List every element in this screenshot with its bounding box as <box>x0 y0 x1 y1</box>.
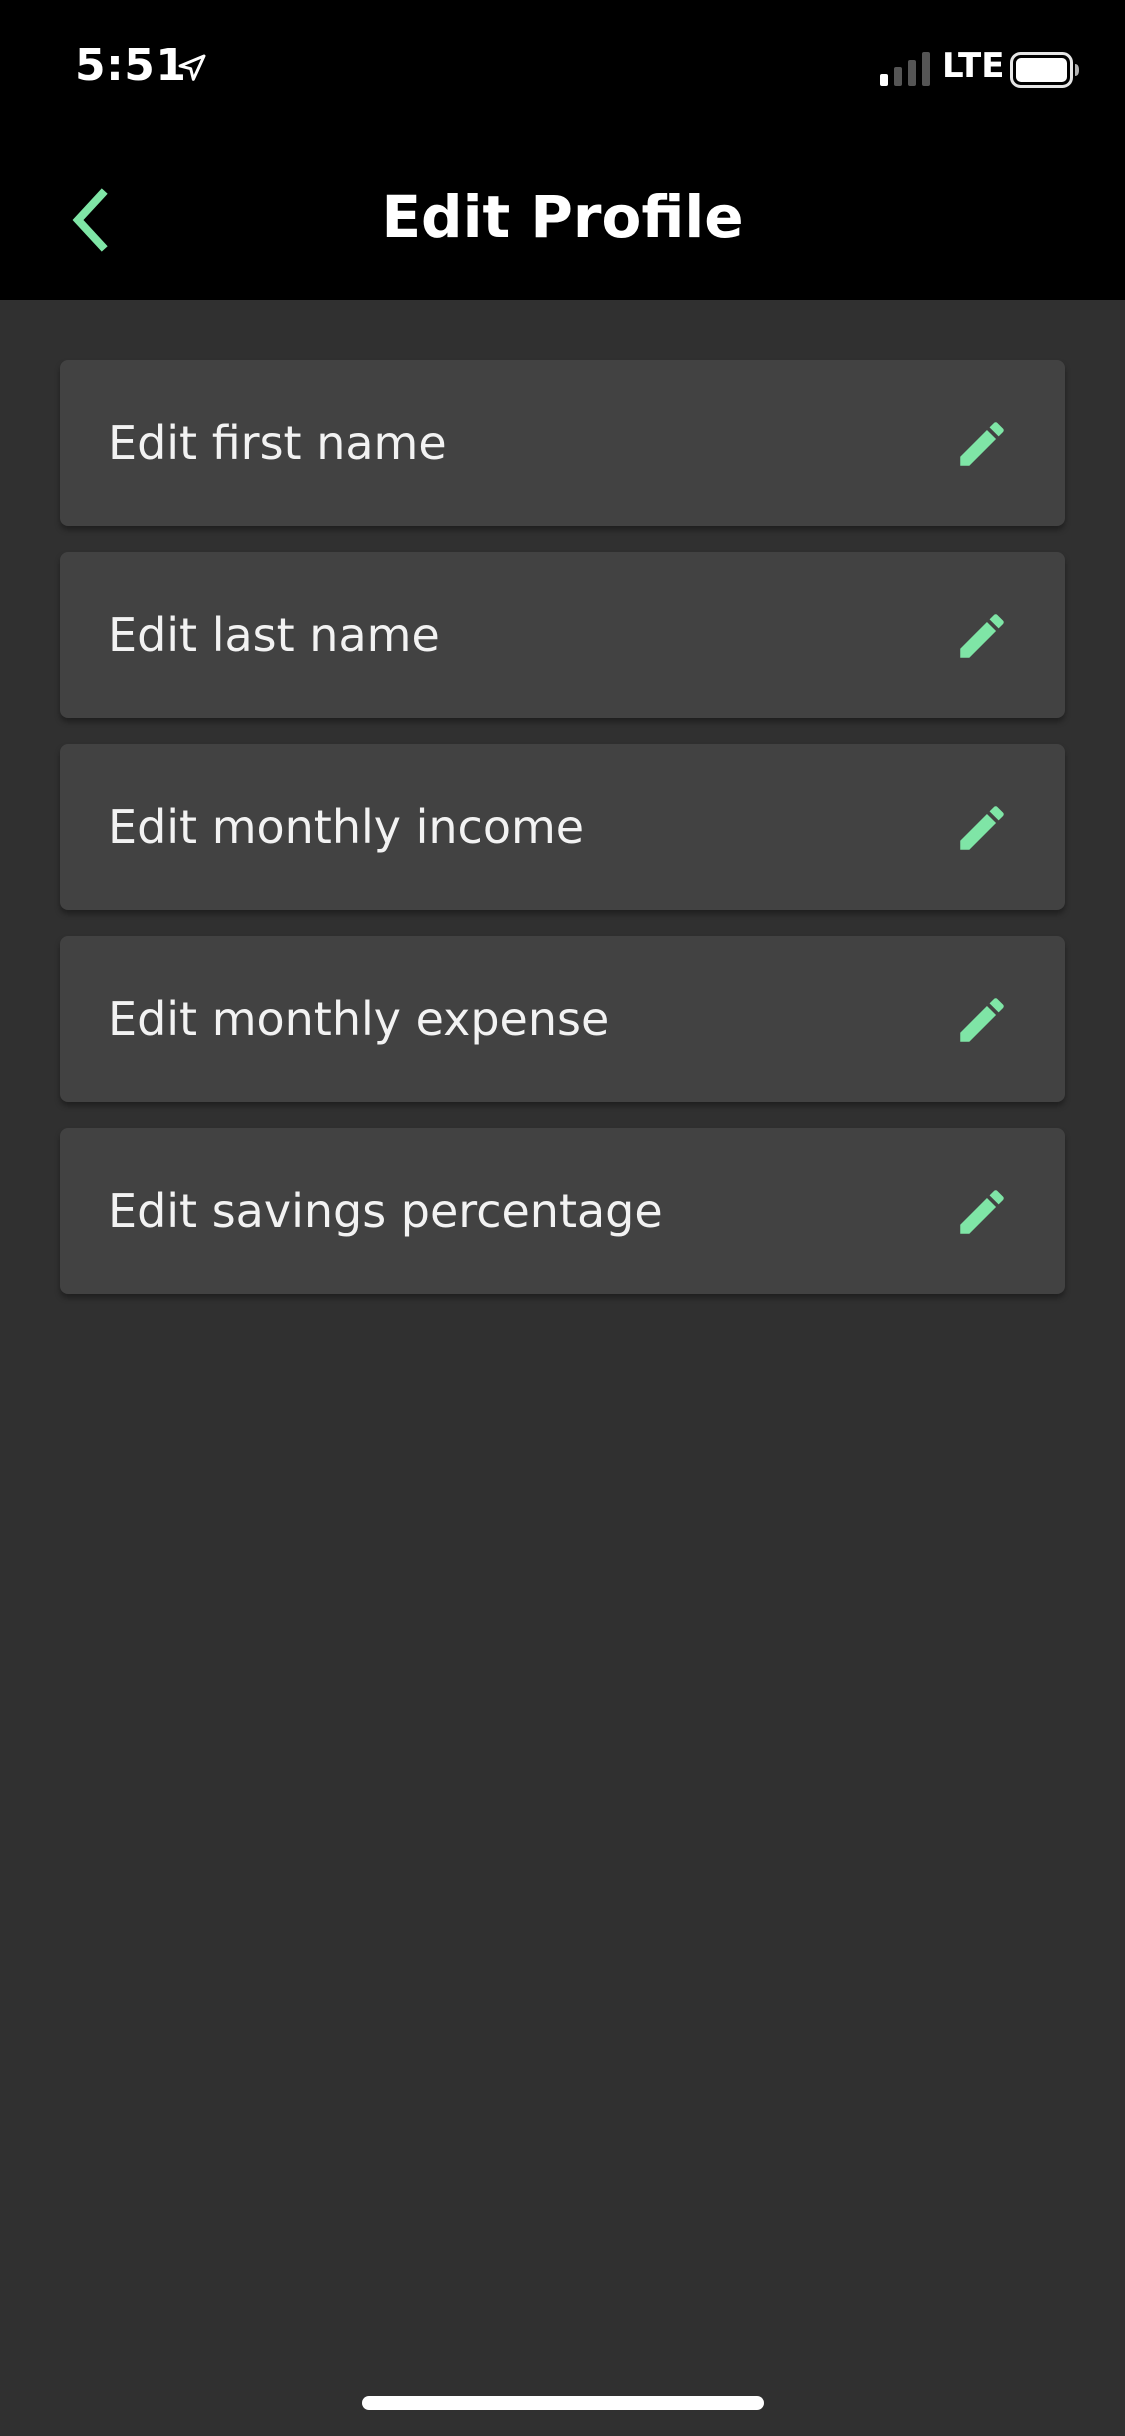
chevron-left-icon <box>72 188 108 252</box>
pencil-icon <box>960 422 1004 466</box>
pencil-icon <box>960 614 1004 658</box>
status-bar: 5:51 LTE <box>0 0 1125 140</box>
edit-first-name-item[interactable]: Edit first name <box>60 360 1065 526</box>
cellular-signal-icon <box>880 52 930 86</box>
battery-icon <box>1010 52 1079 88</box>
item-label: Edit savings percentage <box>108 1184 663 1238</box>
edit-savings-percentage-item[interactable]: Edit savings percentage <box>60 1128 1065 1294</box>
edit-monthly-income-item[interactable]: Edit monthly income <box>60 744 1065 910</box>
item-label: Edit monthly expense <box>108 992 610 1046</box>
edit-options-list: Edit first name Edit last name Edit mont… <box>60 360 1065 1320</box>
network-label: LTE <box>942 46 1005 86</box>
back-button[interactable] <box>50 180 130 260</box>
page-title: Edit Profile <box>381 183 744 251</box>
pencil-icon <box>960 1190 1004 1234</box>
status-time: 5:51 <box>75 40 187 91</box>
navigation-header: Edit Profile <box>0 140 1125 300</box>
pencil-icon <box>960 998 1004 1042</box>
item-label: Edit monthly income <box>108 800 585 854</box>
pencil-icon <box>960 806 1004 850</box>
item-label: Edit first name <box>108 416 447 470</box>
location-arrow-icon <box>178 54 206 81</box>
edit-monthly-expense-item[interactable]: Edit monthly expense <box>60 936 1065 1102</box>
home-indicator <box>362 2396 764 2410</box>
edit-last-name-item[interactable]: Edit last name <box>60 552 1065 718</box>
item-label: Edit last name <box>108 608 440 662</box>
